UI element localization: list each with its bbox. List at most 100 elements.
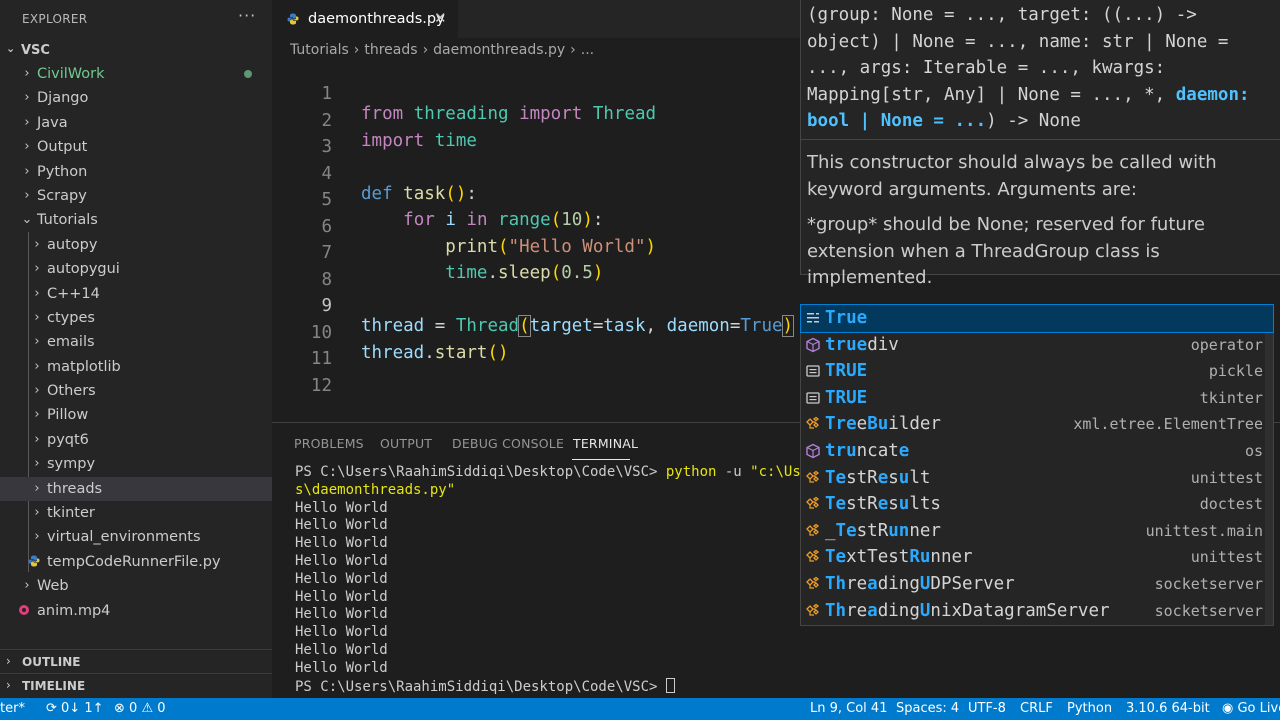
sidebar-item-label: Output [37,139,88,156]
suggestion-item[interactable]: TestResult unittest [801,465,1273,492]
suggestion-item[interactable]: TestResults doctest [801,491,1273,518]
breadcrumb-item[interactable]: daemonthreads.py [433,42,565,58]
suggestion-item[interactable]: truediv operator [801,332,1273,359]
suggestion-detail: pickle [1208,362,1263,381]
breadcrumb-item[interactable]: Tutorials [290,42,349,58]
breadcrumb-item[interactable]: threads [364,42,417,58]
suggestion-item[interactable]: TreeBuilder xml.etree.ElementTree [801,411,1273,438]
cursor-position[interactable]: Ln 9, Col 41 [810,701,887,716]
sidebar-item-scrapy[interactable]: › Scrapy [0,184,272,208]
language-mode[interactable]: Python [1067,701,1112,716]
suggestion-item[interactable]: True [800,304,1274,333]
more-actions-icon[interactable]: ··· [238,6,256,25]
sidebar-item-matplotlib[interactable]: › matplotlib [0,355,272,379]
sidebar-item-tutorials[interactable]: ⌄ Tutorials [0,208,272,232]
sidebar-item-label: sympy [47,456,96,473]
chevron-right-icon: › [34,480,40,496]
sidebar-item-emails[interactable]: › emails [0,330,272,354]
sidebar-item-django[interactable]: › Django [0,86,272,110]
hover-documentation: (group: None = ..., target: ((...) -> obj… [800,0,1280,288]
chevron-right-icon: › [34,529,40,545]
outline-label: OUTLINE [22,655,81,669]
workspace-root[interactable]: ⌄ VSC [0,40,272,62]
terminal-output-line: Hello World [295,641,388,658]
sidebar-item-autopygui[interactable]: › autopygui [0,257,272,281]
sidebar-item-label: Django [37,90,89,107]
timeline-section[interactable]: › TIMELINE [0,673,272,697]
chevron-right-icon: › [34,236,40,252]
tab-label: daemonthreads.py [308,11,445,27]
code-editor[interactable]: 1 from threading import Thread 2 import … [272,64,800,420]
sidebar-item-sympy[interactable]: › sympy [0,452,272,476]
line-number: 12 [310,375,332,396]
sidebar-item-python[interactable]: › Python [0,160,272,184]
problems-indicator[interactable]: ⊗ 0 ⚠ 0 [114,701,166,716]
sidebar-item-label: autopy [47,236,98,253]
branch-indicator[interactable]: ter* [0,701,25,716]
editor-tab-bar: daemonthreads.py ✕ [272,0,800,38]
tab-output[interactable]: OUTPUT [380,436,432,451]
suggestion-item[interactable]: truncate os [801,438,1273,465]
sidebar-item-pyqt6[interactable]: › pyqt6 [0,428,272,452]
modified-dot [244,70,252,78]
sidebar-item-c-14[interactable]: › C++14 [0,282,272,306]
terminal-final-prompt: PS C:\Users\RaahimSiddiqi\Desktop\Code\V… [295,678,666,695]
sidebar-item-ctypes[interactable]: › ctypes [0,306,272,330]
sidebar-item-label: ctypes [47,309,95,326]
terminal-command-line: PS C:\Users\RaahimSiddiqi\Desktop\Code\V… [295,464,818,482]
sidebar-item-tkinter[interactable]: › tkinter [0,501,272,525]
sidebar-item-threads[interactable]: › threads [0,476,272,502]
terminal-output[interactable]: PS C:\Users\RaahimSiddiqi\Desktop\Code\V… [295,464,818,695]
python-interpreter[interactable]: 3.10.6 64-bit [1126,701,1210,716]
terminal-arg-cont: s\daemonthreads.py" [295,481,456,498]
breadcrumb-item[interactable]: ... [581,42,594,58]
encoding[interactable]: UTF-8 [968,701,1006,716]
close-icon[interactable]: ✕ [434,9,447,27]
suggestion-detail: tkinter [1199,388,1263,407]
sidebar-item-others[interactable]: › Others [0,379,272,403]
error-count: 0 [129,701,138,716]
tab-problems[interactable]: PROBLEMS [294,436,364,451]
sidebar-item-pillow[interactable]: › Pillow [0,403,272,427]
sidebar-item-web[interactable]: › Web [0,574,272,598]
class-icon [806,417,820,429]
chevron-right-icon: › [34,334,40,350]
go-live-button[interactable]: ◉ Go Live [1222,701,1280,716]
sidebar-item-label: CivilWork [37,66,105,82]
sidebar-item-label: Scrapy [37,187,87,204]
sidebar-item-autopy[interactable]: › autopy [0,233,272,257]
suggestion-item[interactable]: TRUE pickle [801,358,1273,385]
sidebar-item-label: Others [47,383,96,400]
suggestion-item[interactable]: TRUE tkinter [801,385,1273,412]
indentation[interactable]: Spaces: 4 [896,701,959,716]
variable-icon [806,365,820,377]
chevron-right-icon: › [34,358,40,374]
suggestion-label: truncate [825,441,910,461]
timeline-label: TIMELINE [22,679,86,693]
code-line-6: 6 print("Hello World") [272,197,800,257]
sidebar-item-tempcoderunnerfile-py[interactable]: tempCodeRunnerFile.py [0,550,272,574]
suggestion-item[interactable]: TextTestRunner unittest [801,544,1273,571]
sidebar-item-anim-mp4[interactable]: anim.mp4 [0,599,272,623]
code-line-4: 4 def task(): [272,144,800,204]
doc-line: keyword arguments. Arguments are: [807,178,1137,200]
outline-section[interactable]: › OUTLINE [0,649,272,673]
tab-debug-console[interactable]: DEBUG CONSOLE [452,436,564,451]
tab-daemonthreads[interactable]: daemonthreads.py ✕ [272,0,458,38]
sidebar-item-output[interactable]: › Output [0,135,272,159]
suggestion-item[interactable]: ThreadingUDPServer socketserver [801,571,1273,598]
sync-indicator[interactable]: ⟳ 0↓ 1↑ [46,701,103,716]
suggestion-label: truediv [825,334,899,355]
chevron-right-icon: › [24,90,30,106]
suggestion-item[interactable]: _TestRunner unittest.main [801,518,1273,545]
terminal-flag: -u [716,464,751,480]
line-ending[interactable]: CRLF [1020,701,1053,716]
suggestion-item[interactable]: ThreadingUnixDatagramServer socketserver [801,598,1273,625]
sidebar-item-java[interactable]: › Java [0,111,272,135]
tab-terminal[interactable]: TERMINAL [573,436,638,451]
code-line-12: 12 [272,356,800,396]
code-line-11: 11 [272,329,800,369]
suggestion-label: True [825,308,868,328]
sidebar-item-civilwork[interactable]: › CivilWork [0,62,272,86]
sidebar-item-virtual-environments[interactable]: › virtual_environments [0,525,272,549]
